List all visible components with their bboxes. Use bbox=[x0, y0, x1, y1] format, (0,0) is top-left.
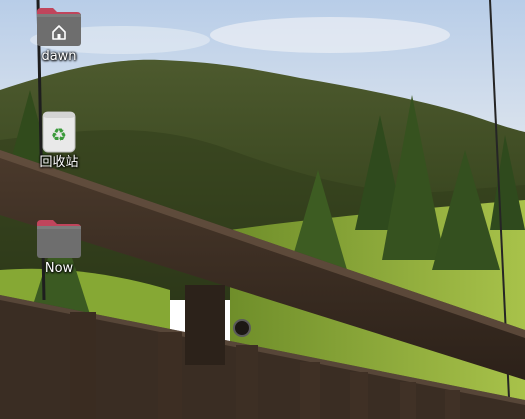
desktop-icon-dawn[interactable]: dawn bbox=[29, 6, 89, 65]
desktop-icon-trash[interactable]: ♻ 回收站 bbox=[29, 110, 89, 171]
desktop-icon-label: 回收站 bbox=[39, 155, 79, 170]
desktop-icon-label: dawn bbox=[41, 49, 77, 64]
desktop-icon-now[interactable]: Now bbox=[29, 218, 89, 277]
home-folder-icon bbox=[37, 8, 81, 46]
desktop[interactable]: dawn ♻ 回收站 Now bbox=[0, 0, 525, 419]
recycle-icon: ♻ bbox=[51, 125, 67, 146]
folder-icon bbox=[37, 220, 81, 258]
trash-icon: ♻ bbox=[42, 111, 76, 153]
desktop-icon-label: Now bbox=[44, 261, 74, 276]
